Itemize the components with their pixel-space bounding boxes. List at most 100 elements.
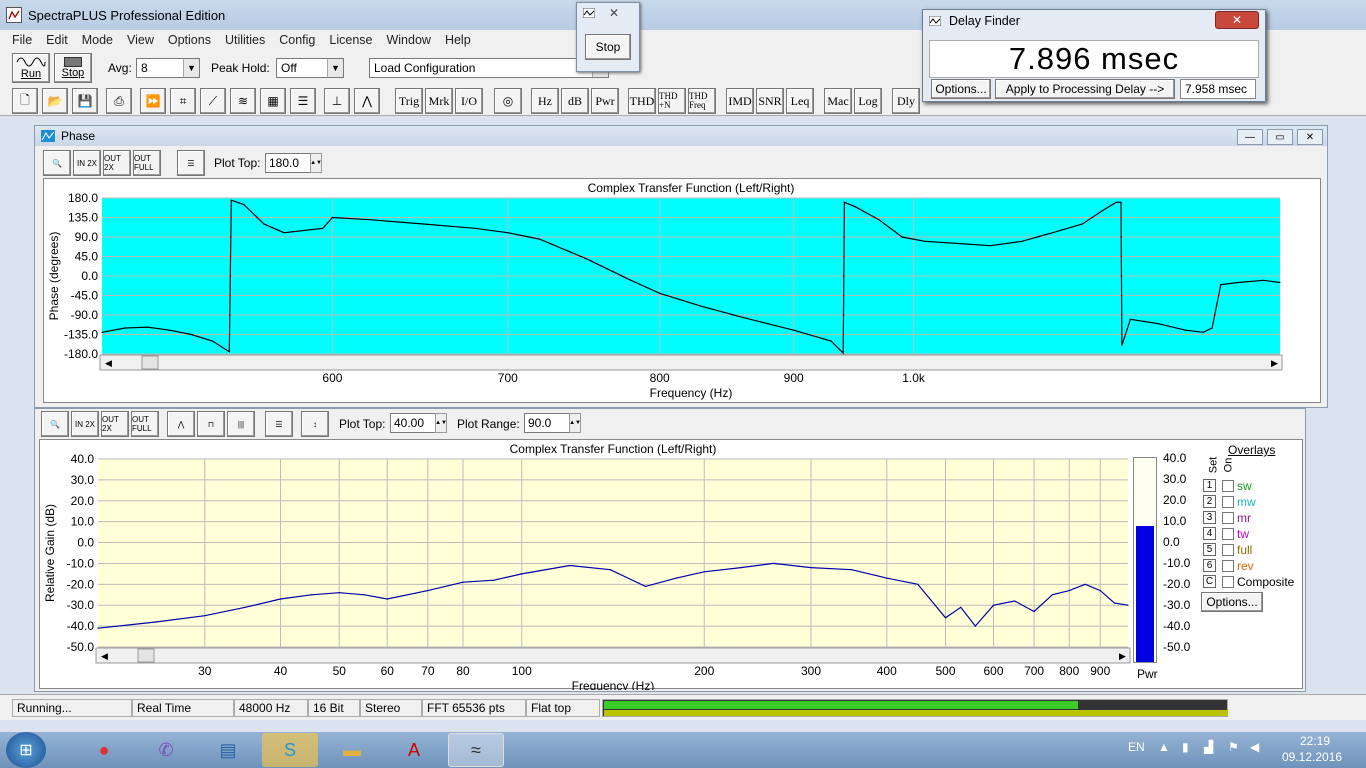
bar-graph-icon[interactable]: ⊓ <box>197 411 225 437</box>
skype-taskbar-icon[interactable]: S <box>262 733 318 767</box>
toolbar-hz-button[interactable]: Hz <box>531 88 559 114</box>
octave-bars-icon[interactable]: ||| <box>227 411 255 437</box>
chrome-taskbar-icon[interactable]: ● <box>76 733 132 767</box>
range-icon[interactable]: ↕ <box>301 411 329 437</box>
zoom-icon[interactable]: 🔍 <box>43 150 71 176</box>
chevron-down-icon: ▼ <box>327 59 343 77</box>
open-file-icon[interactable]: 📂 <box>42 88 68 114</box>
sawtooth-icon[interactable]: ⟋ <box>200 88 226 114</box>
pdf-taskbar-icon[interactable]: A <box>386 733 442 767</box>
menu-utilities[interactable]: Utilities <box>219 33 273 47</box>
avg-select[interactable]: 8 ▼ <box>136 58 200 78</box>
overlay-checkbox-rev[interactable] <box>1222 560 1234 572</box>
fast-forward-icon[interactable]: ⏩ <box>140 88 166 114</box>
apply-delay-button[interactable]: Apply to Processing Delay --> <box>995 79 1175 99</box>
close-icon[interactable]: ✕ <box>609 6 619 20</box>
readout-icon[interactable]: ☰ <box>290 88 316 114</box>
delay-field-input[interactable]: 7.958 msec <box>1180 79 1256 99</box>
toolbar-snr-button[interactable]: SNR <box>756 88 784 114</box>
menu-window[interactable]: Window <box>380 33 438 47</box>
line-graph-icon[interactable]: ⋀ <box>167 411 195 437</box>
save-icon[interactable]: 💾 <box>72 88 98 114</box>
zoom-icon[interactable]: 🔍 <box>41 411 69 437</box>
run-button[interactable]: Run <box>12 53 50 83</box>
overlay-set-C[interactable]: C <box>1203 575 1216 588</box>
toolbar-pwr-button[interactable]: Pwr <box>591 88 619 114</box>
close-button[interactable]: ✕ <box>1297 129 1323 145</box>
stop-popup-button[interactable]: Stop <box>585 34 631 60</box>
toolbar-thd-freq-button[interactable]: THD Freq <box>688 88 716 114</box>
zoom-out-full-button[interactable]: OUT FULL <box>133 150 161 176</box>
zoom-out-2x-button[interactable]: OUT 2X <box>101 411 129 437</box>
overlay-checkbox-full[interactable] <box>1222 544 1234 556</box>
zoom-in-2x-button[interactable]: IN 2X <box>73 150 101 176</box>
delay-options-button[interactable]: Options... <box>931 79 991 99</box>
gain-plot-top-input[interactable]: 40.00 ▲▼ <box>390 413 447 433</box>
overlay-checkbox-composite[interactable] <box>1222 576 1234 588</box>
spin-arrows-icon[interactable]: ▲▼ <box>310 153 322 173</box>
overlay-set-2[interactable]: 2 <box>1203 495 1216 508</box>
stop-button[interactable]: Stop <box>54 53 92 83</box>
menu-help[interactable]: Help <box>439 33 479 47</box>
overlay-checkbox-mw[interactable] <box>1222 496 1234 508</box>
spectraplus-taskbar-icon[interactable]: ≈ <box>448 733 504 767</box>
zoom-out-2x-button[interactable]: OUT 2X <box>103 150 131 176</box>
close-button[interactable]: ✕ <box>1215 11 1259 29</box>
toolbar-thd-n-button[interactable]: THD +N <box>658 88 686 114</box>
menu-options[interactable]: Options <box>162 33 219 47</box>
overlay-set-4[interactable]: 4 <box>1203 527 1216 540</box>
scope-icon[interactable]: ⌗ <box>170 88 196 114</box>
toolbar-mac-button[interactable]: Mac <box>824 88 852 114</box>
overlay-set-6[interactable]: 6 <box>1203 559 1216 572</box>
spectrogram-icon[interactable]: ▦ <box>260 88 286 114</box>
minimize-button[interactable]: — <box>1237 129 1263 145</box>
tray-arrow-icon[interactable]: ▲ <box>1158 740 1170 754</box>
language-indicator[interactable]: EN <box>1128 740 1145 754</box>
viber-taskbar-icon[interactable]: ✆ <box>138 733 194 767</box>
phase-plot-top-input[interactable]: 180.0 ▲▼ <box>265 153 322 173</box>
toolbar-thd-button[interactable]: THD <box>628 88 656 114</box>
toolbar-trig-button[interactable]: Trig <box>395 88 423 114</box>
menu-config[interactable]: Config <box>273 33 323 47</box>
toolbar-log-button[interactable]: Log <box>854 88 882 114</box>
document-taskbar-icon[interactable]: ▤ <box>200 733 256 767</box>
plot-range-input[interactable]: 90.0 ▲▼ <box>524 413 581 433</box>
toolbar-i-o-button[interactable]: I/O <box>455 88 483 114</box>
spin-arrows-icon[interactable]: ▲▼ <box>435 413 447 433</box>
time-axis-icon[interactable]: ⊥ <box>324 88 350 114</box>
oscilloscope-icon[interactable]: ◎ <box>494 88 522 114</box>
peak-hold-select[interactable]: Off ▼ <box>276 58 344 78</box>
overlay-set-5[interactable]: 5 <box>1203 543 1216 556</box>
toolbar-mrk-button[interactable]: Mrk <box>425 88 453 114</box>
toolbar-dly-button[interactable]: Dly <box>892 88 920 114</box>
overlay-checkbox-mr[interactable] <box>1222 512 1234 524</box>
print-icon[interactable]: ⎙ <box>106 88 132 114</box>
plot-range-value: 90.0 <box>528 416 552 430</box>
start-button[interactable]: ⊞ <box>6 732 46 768</box>
menu-mode[interactable]: Mode <box>76 33 121 47</box>
toolbar-imd-button[interactable]: IMD <box>726 88 754 114</box>
maximize-button[interactable]: ▭ <box>1267 129 1293 145</box>
overlay-options-button[interactable]: Options... <box>1201 592 1263 612</box>
sweep-icon[interactable]: ⋀ <box>354 88 380 114</box>
menu-edit[interactable]: Edit <box>40 33 76 47</box>
toolbar-db-button[interactable]: dB <box>561 88 589 114</box>
plot-settings-button[interactable]: ☰ <box>265 411 293 437</box>
spin-arrows-icon[interactable]: ▲▼ <box>569 413 581 433</box>
menu-view[interactable]: View <box>121 33 162 47</box>
plot-settings-button[interactable]: ☰ <box>177 150 205 176</box>
overlay-checkbox-sw[interactable] <box>1222 480 1234 492</box>
toolbar-leq-button[interactable]: Leq <box>786 88 814 114</box>
overlay-set-3[interactable]: 3 <box>1203 511 1216 524</box>
load-configuration-select[interactable]: Load Configuration▼ <box>369 58 609 78</box>
overlay-set-1[interactable]: 1 <box>1203 479 1216 492</box>
zoom-out-full-button[interactable]: OUT FULL <box>131 411 159 437</box>
menu-file[interactable]: File <box>6 33 40 47</box>
zoom-in-2x-button[interactable]: IN 2X <box>71 411 99 437</box>
new-file-icon[interactable]: 🗋 <box>12 88 38 114</box>
menu-license[interactable]: License <box>323 33 380 47</box>
overlay-checkbox-tw[interactable] <box>1222 528 1234 540</box>
overlay-label-composite: Composite <box>1237 575 1295 589</box>
waterfall-icon[interactable]: ≋ <box>230 88 256 114</box>
explorer-taskbar-icon[interactable]: ▬ <box>324 733 380 767</box>
